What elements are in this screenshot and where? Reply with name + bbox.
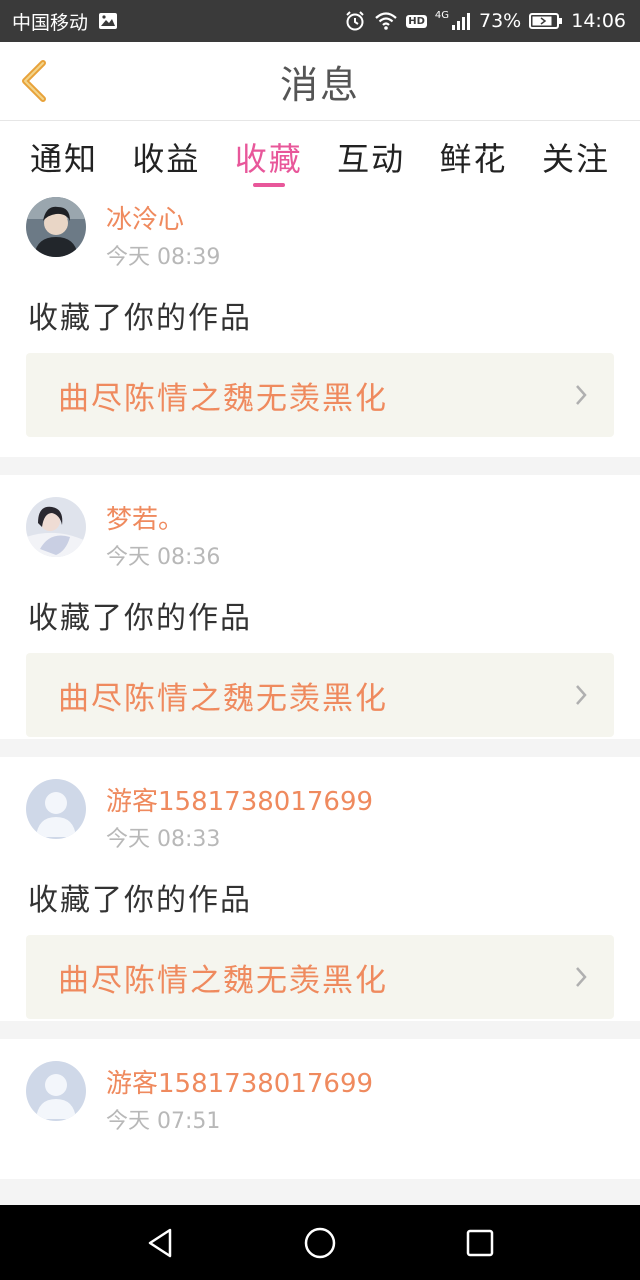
- battery-icon: [529, 12, 563, 30]
- avatar[interactable]: [26, 497, 86, 557]
- wifi-icon: [374, 11, 398, 31]
- tab-notifications[interactable]: 通知: [14, 121, 114, 193]
- carrier-label: 中国移动: [12, 11, 89, 34]
- work-title: 曲尽陈情之魏无羡黑化: [58, 380, 388, 417]
- nav-back-button[interactable]: [140, 1223, 180, 1263]
- message-list: 冰泠心 今天 08:39 收藏了你的作品 曲尽陈情之魏无羡黑化 梦若。 今天 0…: [0, 193, 640, 1205]
- tab-earnings[interactable]: 收益: [116, 121, 216, 193]
- action-text: 收藏了你的作品: [28, 301, 252, 336]
- avatar[interactable]: [26, 197, 86, 257]
- work-link[interactable]: 曲尽陈情之魏无羡黑化: [26, 935, 614, 1019]
- work-title: 曲尽陈情之魏无羡黑化: [58, 962, 388, 999]
- chevron-left-icon: [22, 60, 46, 102]
- message-card: 游客1581738017699 今天 07:51: [0, 1039, 640, 1179]
- network-type-label: 4G: [434, 10, 449, 21]
- chevron-right-icon: [576, 967, 587, 987]
- avatar[interactable]: [26, 779, 86, 839]
- user-name[interactable]: 梦若。: [106, 499, 184, 536]
- user-name[interactable]: 游客1581738017699: [106, 1063, 373, 1100]
- message-card: 梦若。 今天 08:36 收藏了你的作品 曲尽陈情之魏无羡黑化: [0, 475, 640, 739]
- work-link[interactable]: 曲尽陈情之魏无羡黑化: [26, 653, 614, 737]
- timestamp: 今天 08:39: [106, 245, 221, 270]
- hd-icon: HD: [406, 14, 427, 28]
- user-name[interactable]: 冰泠心: [106, 199, 184, 236]
- nav-home-button[interactable]: [300, 1223, 340, 1263]
- status-bar: 中国移动 HD 4G 73% 14:06: [0, 0, 640, 42]
- avatar[interactable]: [26, 1061, 86, 1121]
- tab-flowers[interactable]: 鲜花: [424, 121, 524, 193]
- tab-follows[interactable]: 关注: [526, 121, 626, 193]
- user-name[interactable]: 游客1581738017699: [106, 781, 373, 818]
- tab-favorites[interactable]: 收藏: [219, 121, 319, 193]
- action-text: 收藏了你的作品: [28, 883, 252, 918]
- back-button[interactable]: [14, 56, 54, 106]
- work-title: 曲尽陈情之魏无羡黑化: [58, 680, 388, 717]
- timestamp: 今天 07:51: [106, 1109, 221, 1134]
- tab-interactions[interactable]: 互动: [321, 121, 421, 193]
- image-icon: [98, 12, 118, 30]
- alarm-icon: [344, 10, 366, 32]
- timestamp: 今天 08:33: [106, 827, 221, 852]
- chevron-right-icon: [576, 685, 587, 705]
- battery-percent: 73%: [479, 10, 522, 32]
- message-card: 冰泠心 今天 08:39 收藏了你的作品 曲尽陈情之魏无羡黑化: [0, 193, 640, 457]
- screen: 中国移动 HD 4G 73% 14:06 消息 通知 收益 收藏 互动 鲜花 关…: [0, 0, 640, 1280]
- clock: 14:06: [571, 10, 626, 32]
- home-circle-icon: [304, 1227, 336, 1259]
- system-nav-bar: [0, 1205, 640, 1280]
- back-triangle-icon: [148, 1228, 172, 1258]
- active-tab-indicator: [252, 183, 285, 187]
- recents-square-icon: [466, 1229, 494, 1257]
- chevron-right-icon: [576, 385, 587, 405]
- action-text: 收藏了你的作品: [28, 601, 252, 636]
- tab-bar: 通知 收益 收藏 互动 鲜花 关注: [0, 121, 640, 193]
- work-link[interactable]: 曲尽陈情之魏无羡黑化: [26, 353, 614, 437]
- app-header: 消息: [0, 42, 640, 121]
- message-card: 游客1581738017699 今天 08:33 收藏了你的作品 曲尽陈情之魏无…: [0, 757, 640, 1021]
- timestamp: 今天 08:36: [106, 545, 221, 570]
- signal-icon: [451, 11, 471, 31]
- page-title: 消息: [279, 62, 360, 107]
- nav-recents-button[interactable]: [460, 1223, 500, 1263]
